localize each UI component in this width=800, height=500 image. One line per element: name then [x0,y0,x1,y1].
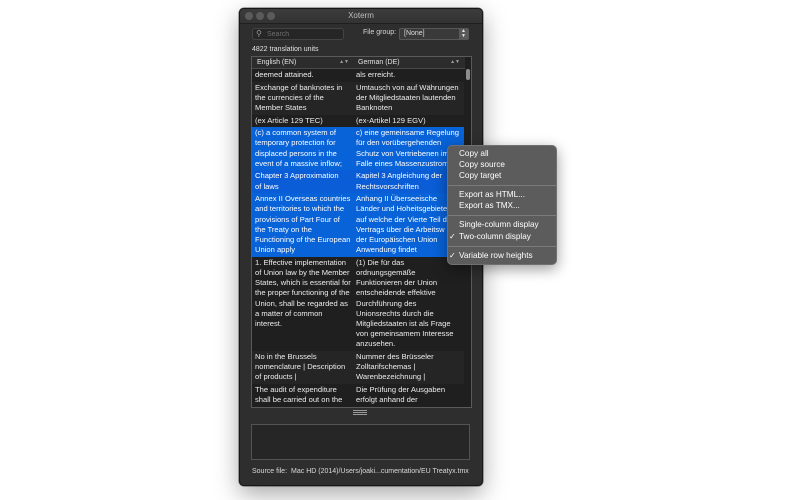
target-text-cell: (1) Die für das ordnungsgemäße Funktioni… [356,257,454,349]
search-field[interactable]: ⚲ [252,28,344,40]
sort-icon: ▲▼ [339,59,349,65]
title-bar[interactable]: Xoterm [240,9,482,24]
split-handle[interactable] [353,410,367,416]
vertical-scrollbar[interactable] [466,69,470,80]
menu-item-variable-row-heights[interactable]: Variable row heights [459,251,533,261]
target-text-cell: Kapitel 3 Angleichung der Rechtsvorschri… [356,171,443,191]
file-group-label: File group: [363,29,397,36]
file-group-value: [None] [404,30,425,37]
menu-separator [448,246,556,247]
target-text-cell: Umtausch von auf Währungen der Mitglieds… [356,82,459,112]
checkmark-icon: ✓ [449,232,456,241]
source-file-bar: Source file: Mac HD (2014)/Users/joaki...… [252,468,469,475]
menu-separator [448,215,556,216]
target-text-cell: (ex-Artikel 129 EGV) [356,115,426,125]
target-text-cell: Anhang II Überseeische Länder und Hoheit… [356,194,448,255]
target-text-cell: als erreicht. [356,70,396,79]
checkmark-icon: ✓ [449,251,456,260]
table-header: English (EN) ▲▼ German (DE) ▲▼ [252,57,465,69]
menu-item-two-column[interactable]: Two-column display [459,232,531,242]
target-text-cell: Nummer des Brüsseler Zolltarifschemas | … [356,351,434,382]
source-text-cell: Annex II Overseas countries and territor… [255,194,351,255]
table-body: deemed attained. als erreicht. Exchange of… [252,69,464,407]
translation-unit-count: 4822 translation units [252,46,319,53]
source-file-path: Mac HD (2014)/Users/joaki...cumentation/… [291,468,469,475]
menu-item-single-column[interactable]: Single-column display [459,220,539,230]
menu-item-copy-source[interactable]: Copy source [459,160,505,170]
search-input[interactable] [267,29,339,39]
table-row[interactable]: (c) a common system of temporary protect… [252,127,464,171]
table-row[interactable]: No in the Brussels nomenclature | Descri… [252,350,464,384]
file-group-select[interactable]: [None] ▲ ▼ [399,28,469,40]
table-row[interactable]: 1. Effective implementation of Union law… [252,257,464,351]
detail-panel[interactable] [251,424,470,460]
menu-item-copy-target[interactable]: Copy target [459,171,501,181]
table-row[interactable]: The audit of expenditure shall be carrie… [252,384,464,407]
source-text-cell: The audit of expenditure shall be carrie… [255,384,343,405]
menu-separator [448,185,556,186]
translation-table[interactable]: English (EN) ▲▼ German (DE) ▲▼ deemed at… [251,56,472,408]
sort-icon: ▲▼ [450,59,460,65]
source-text-cell: 1. Effective implementation of Union law… [255,257,351,328]
column-header-english[interactable]: English (EN) ▲▼ [257,57,353,68]
context-menu: Copy all Copy source Copy target Export … [447,145,557,265]
table-row[interactable]: (ex Article 129 TEC) (ex-Artikel 129 EGV) [252,115,464,128]
source-text-cell: Chapter 3 Approximation of laws [255,171,339,191]
table-row[interactable]: Exchange of banknotes in the currencies … [252,81,464,115]
source-text-cell: No in the Brussels nomenclature | Descri… [255,351,346,382]
source-text-cell: deemed attained. [255,70,314,79]
table-row[interactable]: Annex II Overseas countries and territor… [252,193,464,257]
window-title: Xoterm [348,11,374,20]
target-text-cell: c) eine gemeinsame Regelung für den vorü… [356,128,459,168]
search-icon: ⚲ [256,29,262,38]
column-header-label: English (EN) [257,59,297,66]
source-text-cell: Exchange of banknotes in the currencies … [255,82,343,112]
menu-item-copy-all[interactable]: Copy all [459,149,489,159]
source-text-cell: (c) a common system of temporary protect… [255,128,342,168]
column-header-label: German (DE) [358,59,400,66]
table-row[interactable]: deemed attained. als erreicht. [252,69,464,82]
source-text-cell: (ex Article 129 TEC) [255,115,323,125]
source-file-label: Source file: [252,468,288,475]
table-row[interactable]: Chapter 3 Approximation of laws Kapitel 3… [252,170,464,194]
menu-item-export-html[interactable]: Export as HTML... [459,190,525,200]
chevron-updown-icon: ▲ ▼ [459,29,468,39]
column-header-german[interactable]: German (DE) ▲▼ [358,57,464,68]
menu-item-export-tmx[interactable]: Export as TMX... [459,201,520,211]
target-text-cell: Die Prüfung der Ausgaben erfolgt anhand … [356,384,446,405]
